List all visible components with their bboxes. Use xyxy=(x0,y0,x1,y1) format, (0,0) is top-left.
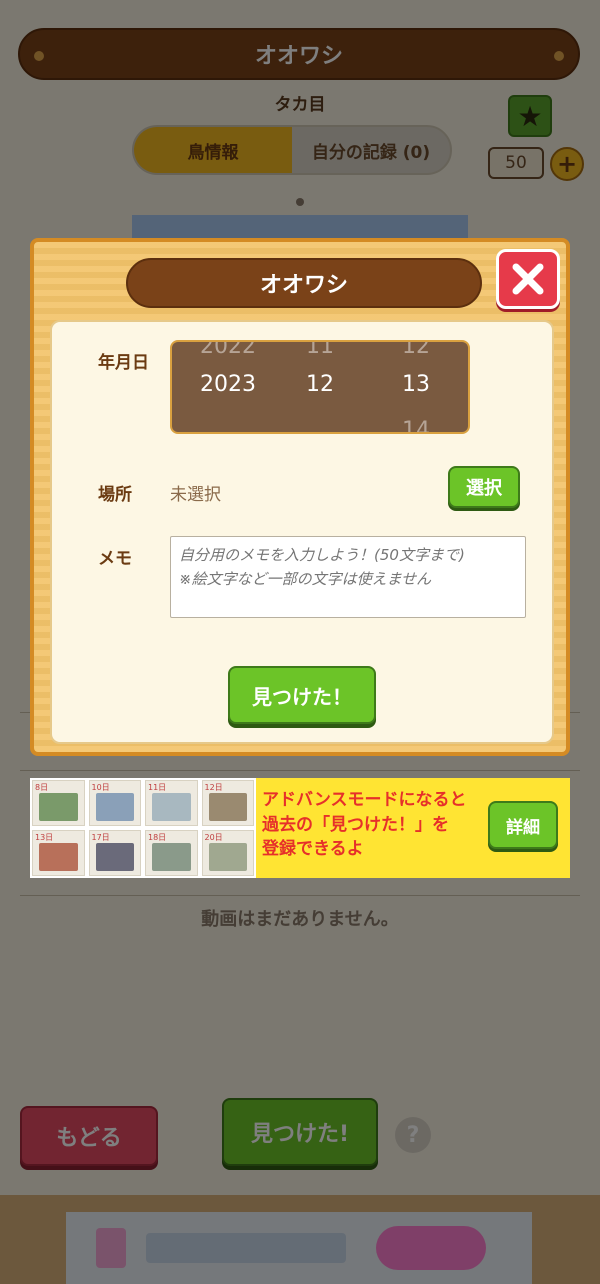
bird-photo xyxy=(95,843,134,871)
month-column[interactable]: 11 12 xyxy=(280,340,360,432)
day-prev: 12 xyxy=(402,340,430,359)
cell-day: 8日 xyxy=(35,783,49,792)
modal-title: オオワシ xyxy=(126,258,482,308)
place-label: 場所 xyxy=(98,485,132,505)
month-prev: 11 xyxy=(306,340,334,359)
promo-line-1: アドバンスモードになると xyxy=(262,790,467,810)
date-label: 年月日 xyxy=(98,353,149,373)
cell-day: 17日 xyxy=(91,833,110,842)
day-current: 13 xyxy=(402,372,430,397)
calendar-cell: 20日 xyxy=(201,830,254,876)
bird-photo xyxy=(152,793,191,821)
calendar-cell: 10日 xyxy=(88,780,141,826)
advance-mode-banner[interactable]: 8日 10日 11日 12日 13日 17日 18日 20日 アドバンスモードに… xyxy=(30,778,570,878)
calendar-cell: 11日 xyxy=(145,780,198,826)
month-current: 12 xyxy=(306,372,334,397)
bird-photo xyxy=(208,793,247,821)
calendar-cell: 17日 xyxy=(88,830,141,876)
close-button[interactable] xyxy=(496,249,560,309)
detail-button[interactable]: 詳細 xyxy=(488,801,558,849)
date-picker[interactable]: 2022 2023 11 12 12 13 14 xyxy=(170,340,470,434)
day-column[interactable]: 12 13 14 xyxy=(376,340,456,434)
cell-day: 11日 xyxy=(148,783,167,792)
calendar-cell: 12日 xyxy=(201,780,254,826)
promo-message: アドバンスモードになると 過去の「見つけた！」を 登録できるよ xyxy=(262,788,467,862)
calendar-cell: 8日 xyxy=(32,780,85,826)
calendar-cell: 13日 xyxy=(32,830,85,876)
cell-day: 20日 xyxy=(204,833,223,842)
year-prev: 2022 xyxy=(200,340,256,359)
record-modal: オオワシ 年月日 2022 2023 11 12 12 13 14 場所 未選択… xyxy=(30,238,570,756)
promo-line-2: 過去の「見つけた！」を xyxy=(262,814,449,835)
close-icon xyxy=(512,263,544,295)
bird-photo xyxy=(39,793,78,821)
day-next: 14 xyxy=(402,418,430,434)
bird-photo xyxy=(95,793,134,821)
cell-day: 13日 xyxy=(35,833,54,842)
memo-input[interactable] xyxy=(170,536,526,618)
cell-day: 10日 xyxy=(91,783,110,792)
year-current: 2023 xyxy=(200,372,256,397)
cell-day: 18日 xyxy=(148,833,167,842)
year-column[interactable]: 2022 2023 xyxy=(186,340,270,432)
calendar-cell: 18日 xyxy=(145,830,198,876)
memo-label: メモ xyxy=(98,549,132,569)
place-value: 未選択 xyxy=(170,485,221,505)
bird-photo xyxy=(152,843,191,871)
found-button[interactable]: 見つけた！ xyxy=(228,666,376,724)
select-place-button[interactable]: 選択 xyxy=(448,466,520,508)
modal-body: 年月日 2022 2023 11 12 12 13 14 場所 未選択 選択 メ… xyxy=(50,320,554,744)
cell-day: 12日 xyxy=(204,783,223,792)
bird-photo xyxy=(208,843,247,871)
promo-line-3: 登録できるよ xyxy=(262,839,364,860)
bird-photo xyxy=(39,843,78,871)
promo-calendar-grid: 8日 10日 11日 12日 13日 17日 18日 20日 xyxy=(30,778,256,878)
